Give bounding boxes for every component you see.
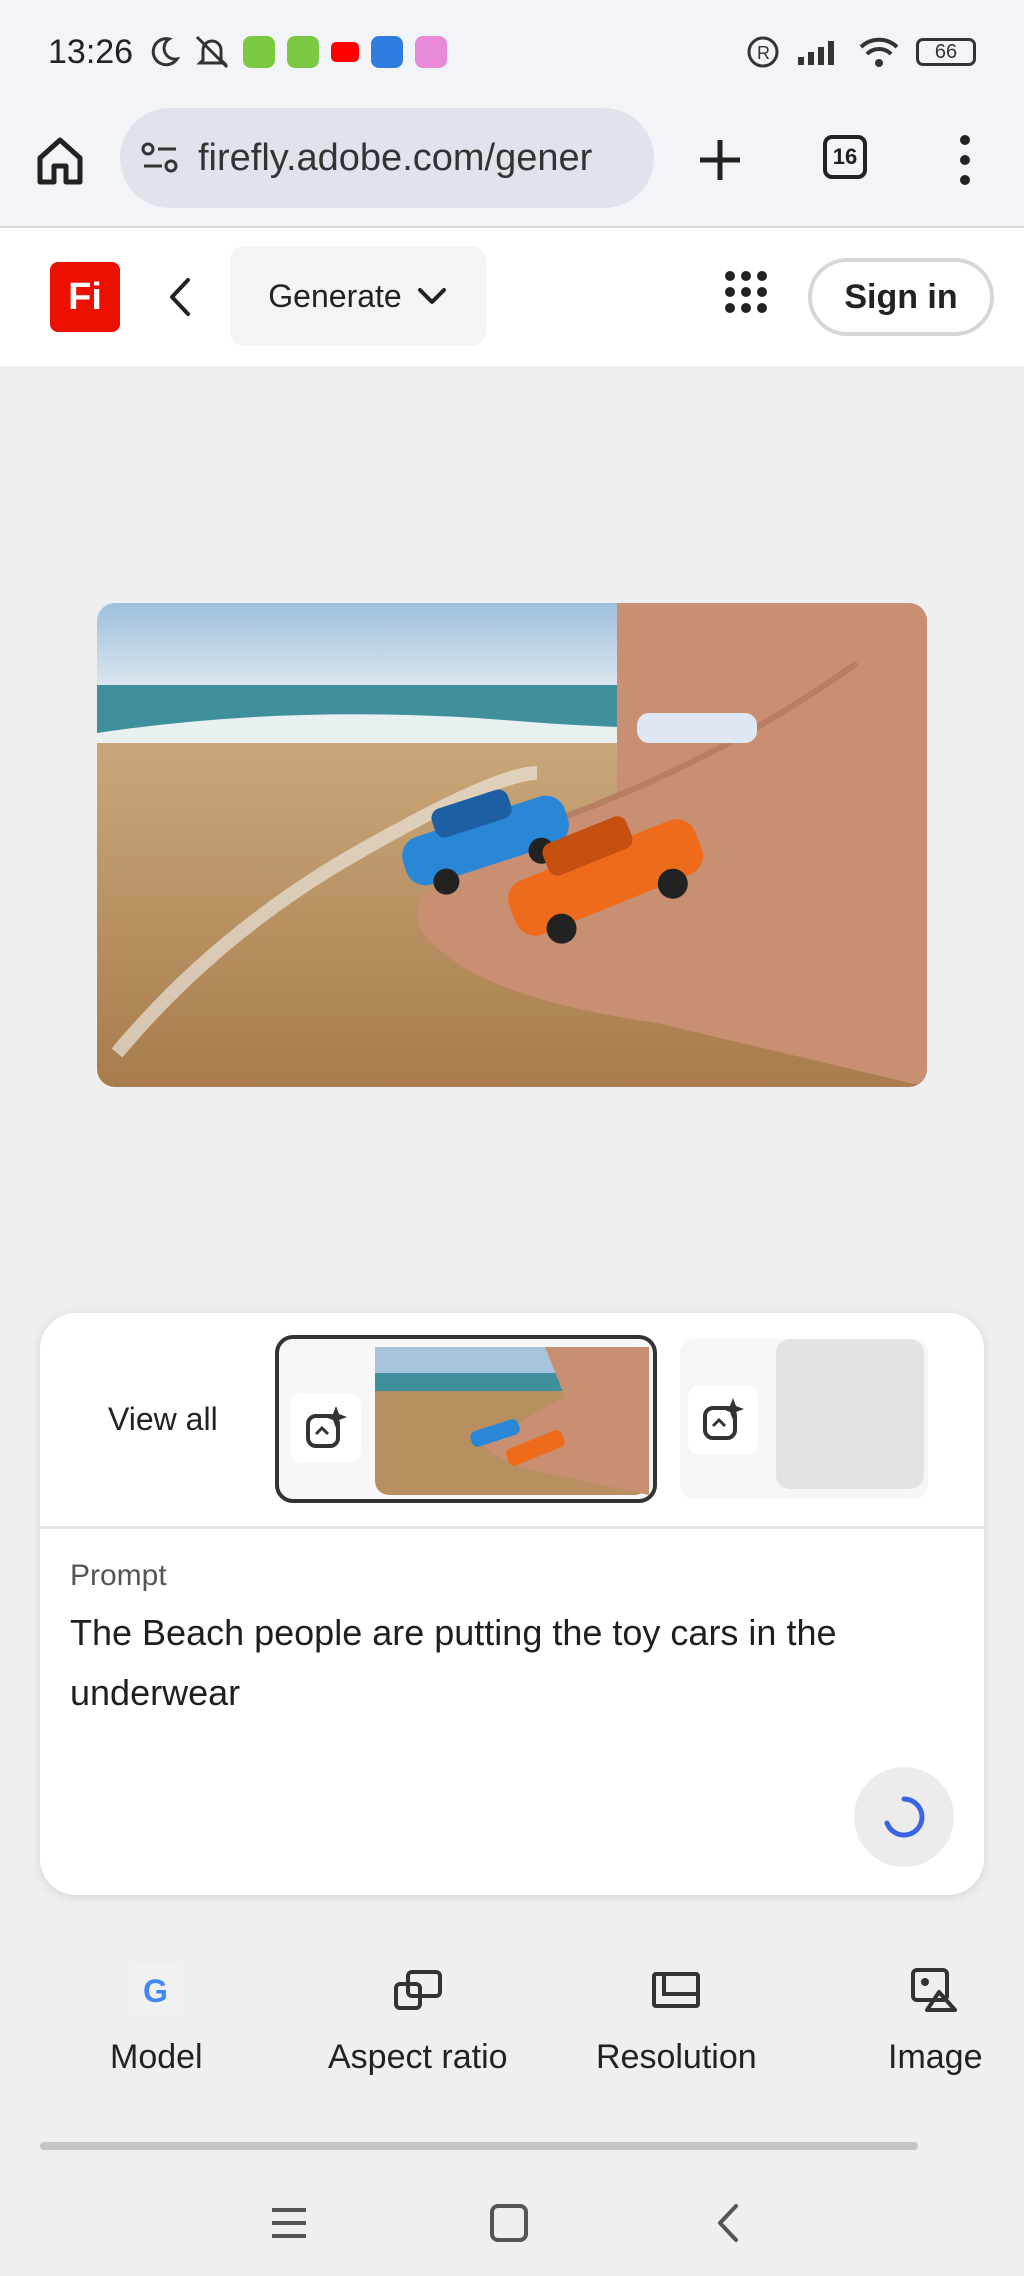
thumbnail-image: [375, 1347, 649, 1495]
status-bar: 13:26 R 66: [0, 0, 1024, 104]
translate-icon: [371, 36, 404, 68]
model-label: Model: [110, 2038, 203, 2076]
image-button[interactable]: Image: [888, 1960, 983, 2077]
app-grid-icon[interactable]: [722, 268, 770, 316]
address-bar[interactable]: firefly.adobe.com/gener: [120, 108, 654, 208]
app-header: Fi Generate Sign in: [0, 228, 1024, 366]
chevron-down-icon: [417, 288, 446, 304]
thumbnail-action[interactable]: [688, 1385, 758, 1455]
aspect-ratio-button[interactable]: Aspect ratio: [328, 1960, 508, 2077]
loading-spinner-icon: [884, 1796, 925, 1838]
sign-in-button[interactable]: Sign in: [808, 258, 994, 336]
thumbnail-action[interactable]: [291, 1393, 361, 1463]
image-icon: [905, 1960, 965, 2020]
settings-toolbar: G Model Aspect ratio Resolution Image: [0, 1960, 1024, 2100]
firefly-logo[interactable]: Fi: [50, 262, 120, 332]
thumbnail-placeholder: [776, 1339, 924, 1489]
chevron-left-icon[interactable]: [160, 272, 200, 322]
svg-text:G: G: [143, 1973, 168, 2009]
browser-toolbar: firefly.adobe.com/gener 16: [0, 104, 1024, 228]
resolution-icon: [646, 1960, 706, 2020]
plus-icon[interactable]: [690, 130, 750, 190]
generated-image[interactable]: [97, 603, 927, 1087]
image-sparkle-icon: [703, 1398, 744, 1440]
app-notification-icon: [243, 36, 276, 68]
image-label: Image: [888, 2038, 983, 2076]
model-button[interactable]: G Model: [110, 1960, 203, 2077]
home-icon[interactable]: [30, 130, 90, 190]
mute-bell-icon: [196, 35, 229, 69]
thumbnail-selected[interactable]: [275, 1335, 657, 1503]
tab-switcher-button[interactable]: 16: [823, 135, 867, 179]
url-text[interactable]: firefly.adobe.com/gener: [198, 137, 628, 180]
status-time: 13:26: [48, 32, 134, 71]
site-settings-icon[interactable]: [140, 140, 180, 176]
home-nav-icon[interactable]: [484, 2198, 534, 2248]
beach-toy-cars-image: [97, 603, 927, 1087]
aspect-ratio-icon: [388, 1960, 448, 2020]
recents-icon[interactable]: [264, 2198, 314, 2248]
more-menu-icon[interactable]: [950, 130, 980, 190]
google-g-icon: G: [126, 1960, 186, 2020]
view-all-link[interactable]: View all: [108, 1401, 218, 1438]
moon-icon: [151, 37, 181, 67]
wifi-icon: [859, 37, 899, 67]
image-sparkle-icon: [306, 1406, 347, 1448]
svg-text:R: R: [757, 43, 770, 63]
youtube-icon: [331, 42, 360, 62]
system-icons: R 66: [746, 35, 976, 69]
mode-dropdown[interactable]: Generate: [230, 246, 486, 346]
battery-indicator: 66: [916, 38, 976, 66]
thumbnail-loading[interactable]: [680, 1339, 928, 1499]
aspect-ratio-label: Aspect ratio: [328, 2038, 508, 2076]
prompt-label: Prompt: [70, 1559, 167, 1592]
generate-button[interactable]: [854, 1767, 954, 1867]
result-card: View all Prompt The Beach people are put…: [40, 1313, 984, 1895]
notification-icons: [147, 33, 448, 71]
resolution-button[interactable]: Resolution: [596, 1960, 757, 2077]
mode-dropdown-label: Generate: [268, 277, 402, 314]
horizontal-scrollbar[interactable]: [40, 2142, 918, 2150]
resolution-label: Resolution: [596, 2038, 757, 2076]
system-nav-bar: [0, 2170, 1024, 2276]
signal-icon: [798, 41, 834, 65]
thumbnail-strip: View all: [40, 1313, 984, 1529]
back-nav-icon[interactable]: [704, 2198, 754, 2248]
app-notification-icon: [287, 36, 320, 68]
app-notification-icon: [415, 36, 448, 68]
prompt-text[interactable]: The Beach people are putting the toy car…: [70, 1603, 930, 1723]
registered-icon: R: [747, 36, 779, 68]
